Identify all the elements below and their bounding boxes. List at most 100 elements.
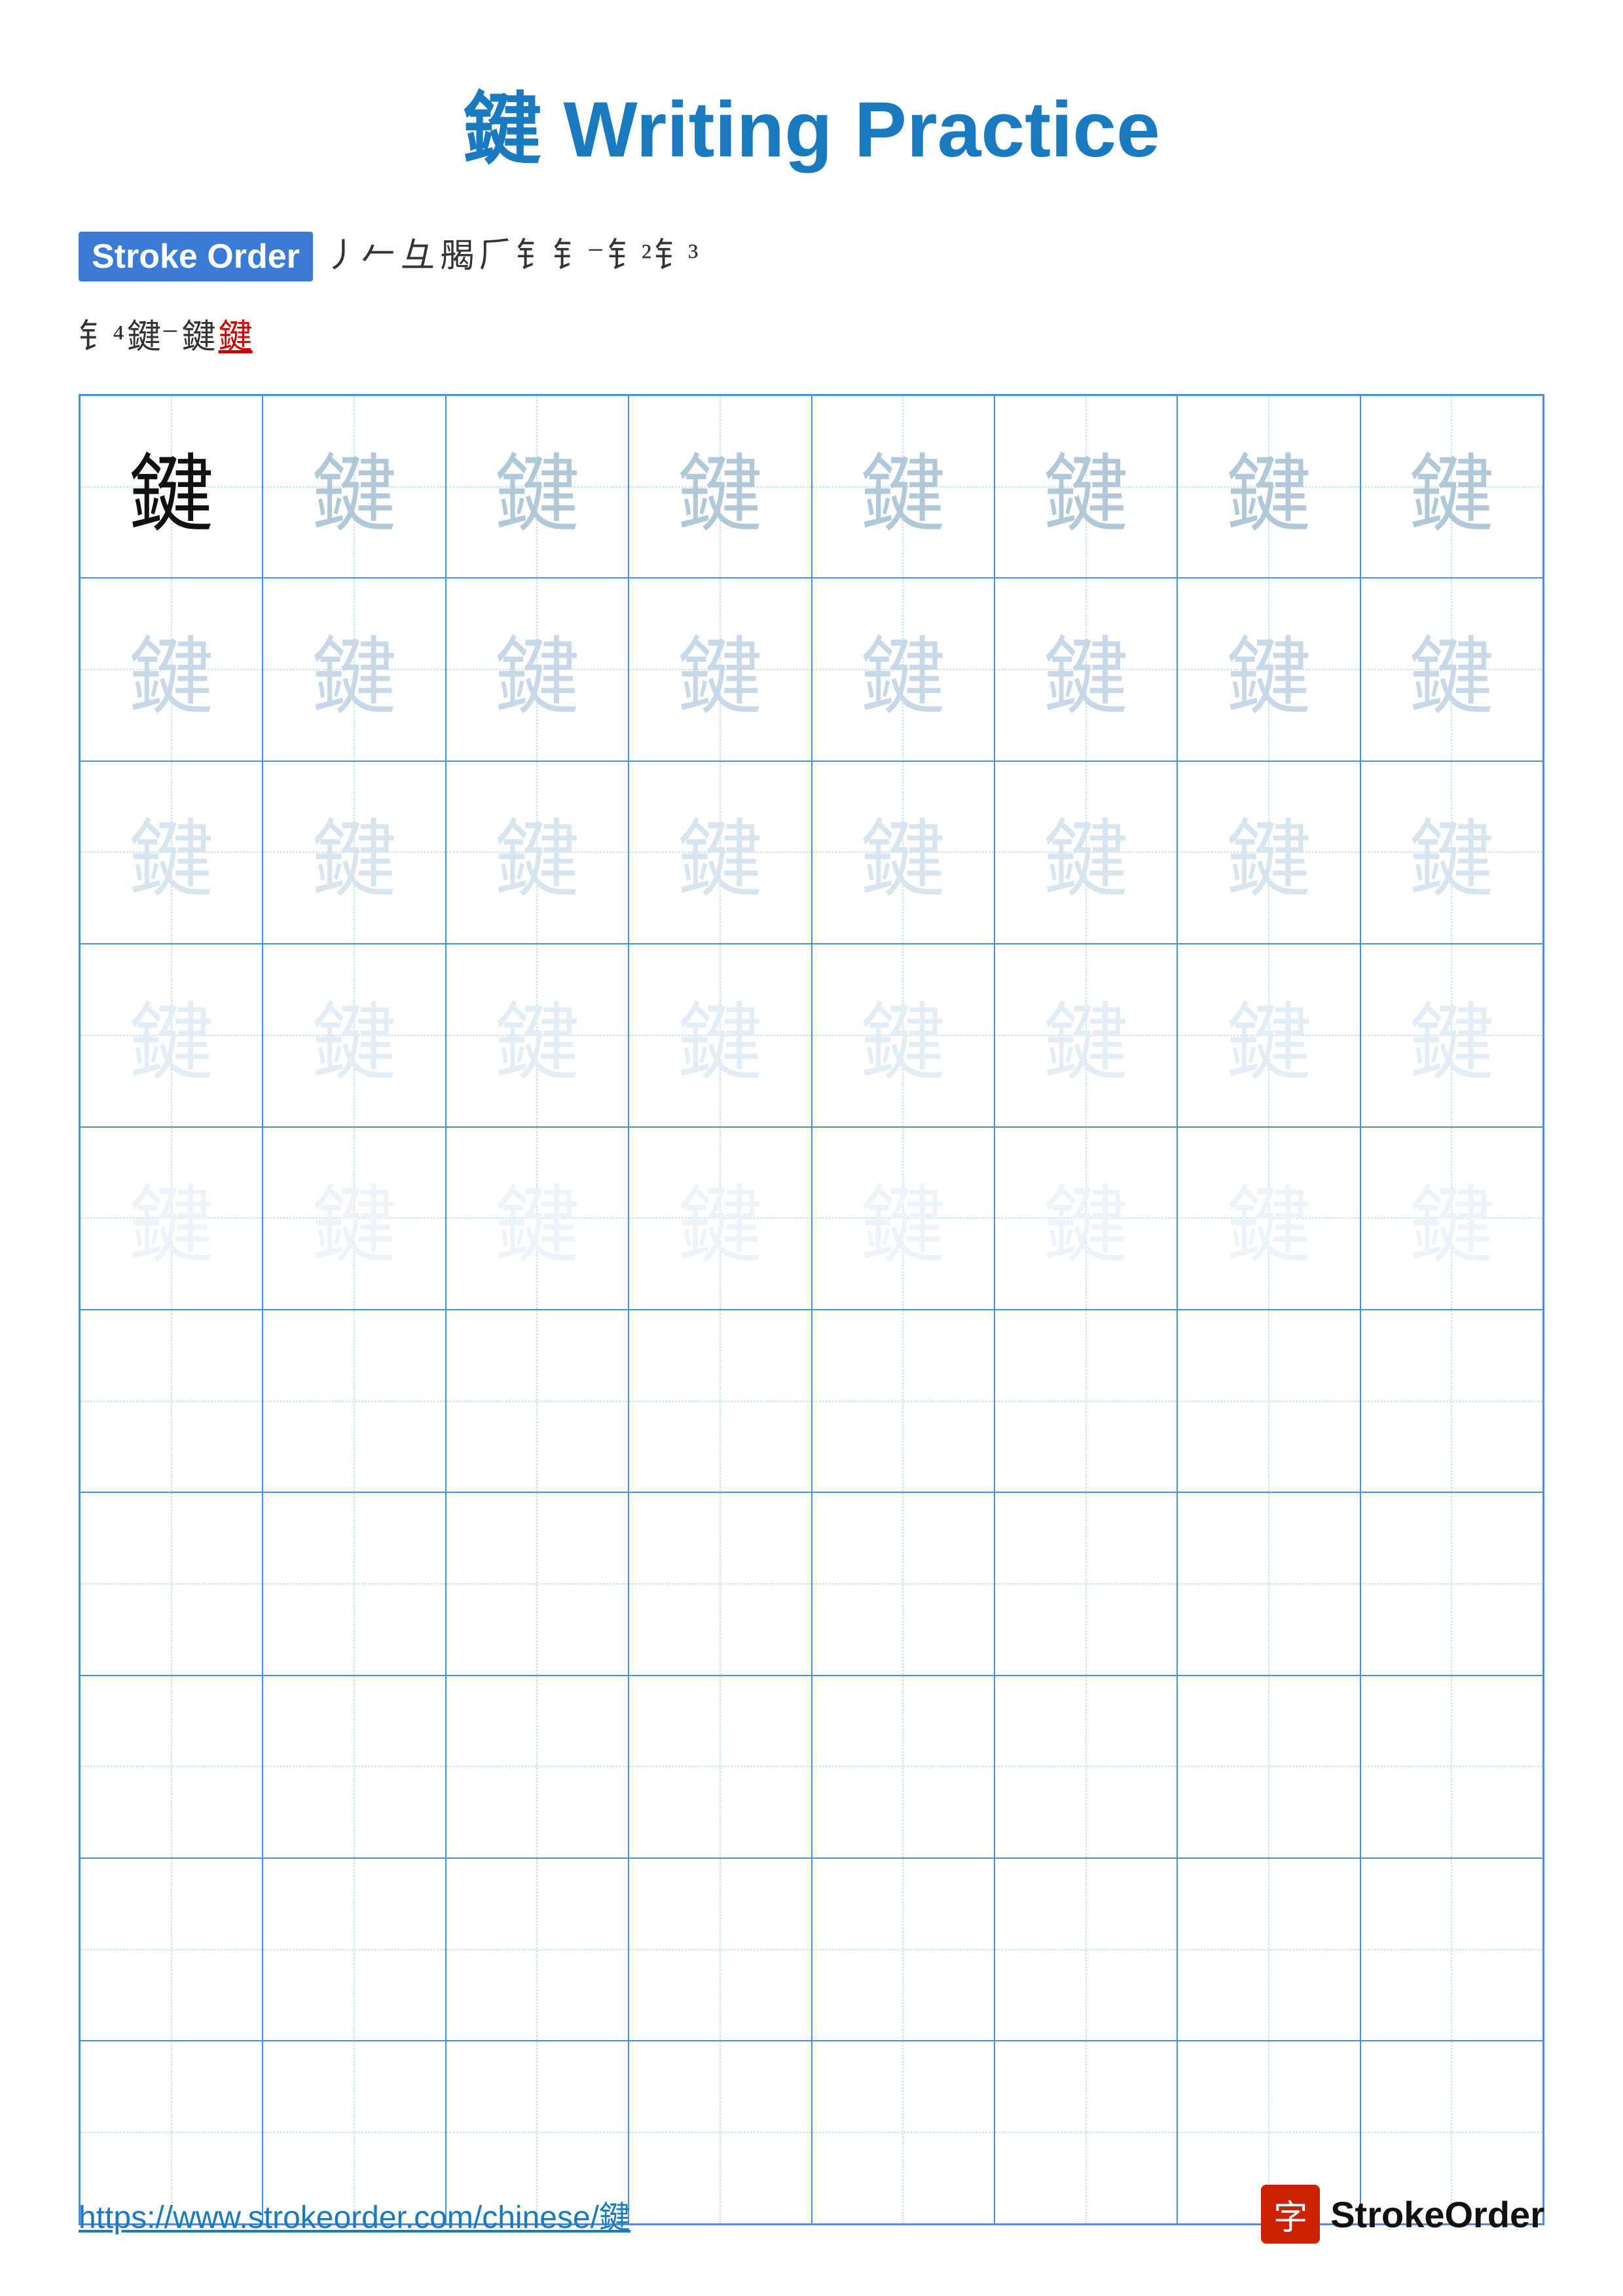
grid-cell-6-5[interactable] — [812, 1310, 994, 1492]
grid-cell-3-2[interactable]: 鍵 — [263, 761, 445, 944]
grid-cell-5-1[interactable]: 鍵 — [80, 1127, 263, 1310]
grid-cell-3-5[interactable]: 鍵 — [812, 761, 994, 944]
char-display: 鍵 — [1044, 791, 1129, 914]
grid-cell-5-3[interactable]: 鍵 — [446, 1127, 629, 1310]
grid-cell-1-4[interactable]: 鍵 — [629, 395, 811, 578]
char-display: 鍵 — [129, 425, 214, 548]
grid-cell-6-8[interactable] — [1360, 1310, 1543, 1492]
grid-cell-4-6[interactable]: 鍵 — [994, 944, 1177, 1126]
stroke-2: 𠂉 — [361, 240, 395, 274]
grid-cell-3-4[interactable]: 鍵 — [629, 761, 811, 944]
grid-cell-2-4[interactable]: 鍵 — [629, 578, 811, 761]
grid-cell-1-2[interactable]: 鍵 — [263, 395, 445, 578]
char-display: 鍵 — [1409, 791, 1494, 914]
grid-cell-4-4[interactable]: 鍵 — [629, 944, 811, 1126]
grid-cell-3-3[interactable]: 鍵 — [446, 761, 629, 944]
grid-cell-4-1[interactable]: 鍵 — [80, 944, 263, 1126]
stroke-10: 钅⁻ — [553, 240, 604, 274]
grid-cell-1-3[interactable]: 鍵 — [446, 395, 629, 578]
grid-cell-9-6[interactable] — [994, 1858, 1177, 2041]
grid-cell-8-5[interactable] — [812, 1676, 994, 1858]
grid-cell-1-7[interactable]: 鍵 — [1177, 395, 1360, 578]
grid-cell-6-6[interactable] — [994, 1310, 1177, 1492]
char-display: 鍵 — [494, 974, 579, 1097]
grid-cell-1-5[interactable]: 鍵 — [812, 395, 994, 578]
grid-cell-6-2[interactable] — [263, 1310, 445, 1492]
grid-cell-8-6[interactable] — [994, 1676, 1177, 1858]
grid-cell-6-7[interactable] — [1177, 1310, 1360, 1492]
grid-cell-8-4[interactable] — [629, 1676, 811, 1858]
grid-cell-7-1[interactable] — [80, 1492, 263, 1675]
grid-cell-2-5[interactable]: 鍵 — [812, 578, 994, 761]
grid-cell-2-3[interactable]: 鍵 — [446, 578, 629, 761]
grid-cell-5-4[interactable]: 鍵 — [629, 1127, 811, 1310]
grid-cell-7-4[interactable] — [629, 1492, 811, 1675]
grid-cell-2-8[interactable]: 鍵 — [1360, 578, 1543, 761]
char-display: 鍵 — [129, 1157, 214, 1280]
grid-cell-7-3[interactable] — [446, 1492, 629, 1675]
stroke-row2: 钅⁴ 鍵⁻ 鍵 鍵 — [79, 321, 1544, 355]
char-display: 鍵 — [494, 425, 579, 548]
char-display: 鍵 — [860, 608, 945, 731]
char-display: 鍵 — [860, 425, 945, 548]
grid-cell-1-8[interactable]: 鍵 — [1360, 395, 1543, 578]
char-display: 鍵 — [1044, 974, 1129, 1097]
footer-url[interactable]: https://www.strokeorder.com/chinese/鍵 — [79, 2191, 630, 2237]
grid-cell-6-1[interactable] — [80, 1310, 263, 1492]
grid-cell-5-5[interactable]: 鍵 — [812, 1127, 994, 1310]
grid-cell-7-5[interactable] — [812, 1492, 994, 1675]
char-display: 鍵 — [312, 608, 397, 731]
grid-cell-9-3[interactable] — [446, 1858, 629, 2041]
char-display: 鍵 — [1409, 1157, 1494, 1280]
grid-cell-7-8[interactable] — [1360, 1492, 1543, 1675]
grid-cell-6-3[interactable] — [446, 1310, 629, 1492]
char-display: 鍵 — [1044, 425, 1129, 548]
grid-cell-3-8[interactable]: 鍵 — [1360, 761, 1543, 944]
grid-cell-9-5[interactable] — [812, 1858, 994, 2041]
grid-cell-4-3[interactable]: 鍵 — [446, 944, 629, 1126]
grid-cell-9-8[interactable] — [1360, 1858, 1543, 2041]
char-display: 鍵 — [678, 974, 763, 1097]
grid-cell-8-1[interactable] — [80, 1676, 263, 1858]
grid-cell-8-3[interactable] — [446, 1676, 629, 1858]
grid-cell-4-5[interactable]: 鍵 — [812, 944, 994, 1126]
grid-cell-1-6[interactable]: 鍵 — [994, 395, 1177, 578]
stroke-15: 鍵 — [182, 321, 216, 355]
char-display: 鍵 — [129, 608, 214, 731]
grid-cell-8-7[interactable] — [1177, 1676, 1360, 1858]
grid-cell-7-2[interactable] — [263, 1492, 445, 1675]
grid-cell-3-1[interactable]: 鍵 — [80, 761, 263, 944]
stroke-6: 𠂄 — [440, 240, 474, 274]
grid-cell-9-2[interactable] — [263, 1858, 445, 2041]
grid-cell-5-8[interactable]: 鍵 — [1360, 1127, 1543, 1310]
grid-cell-7-6[interactable] — [994, 1492, 1177, 1675]
char-display: 鍵 — [678, 425, 763, 548]
grid-cell-6-4[interactable] — [629, 1310, 811, 1492]
stroke-12: 钅³ — [654, 240, 699, 274]
grid-cell-8-8[interactable] — [1360, 1676, 1543, 1858]
char-display: 鍵 — [1226, 608, 1311, 731]
grid-cell-7-7[interactable] — [1177, 1492, 1360, 1675]
grid-cell-9-4[interactable] — [629, 1858, 811, 2041]
grid-cell-8-2[interactable] — [263, 1676, 445, 1858]
logo-icon: 字 — [1261, 2185, 1320, 2244]
grid-cell-4-8[interactable]: 鍵 — [1360, 944, 1543, 1126]
grid-cell-4-7[interactable]: 鍵 — [1177, 944, 1360, 1126]
grid-cell-5-2[interactable]: 鍵 — [263, 1127, 445, 1310]
grid-cell-5-7[interactable]: 鍵 — [1177, 1127, 1360, 1310]
footer: https://www.strokeorder.com/chinese/鍵 字 … — [79, 2185, 1544, 2244]
grid-cell-2-2[interactable]: 鍵 — [263, 578, 445, 761]
grid-cell-9-1[interactable] — [80, 1858, 263, 2041]
grid-cell-3-7[interactable]: 鍵 — [1177, 761, 1360, 944]
stroke-4: 彑 — [401, 240, 435, 274]
grid-cell-2-7[interactable]: 鍵 — [1177, 578, 1360, 761]
grid-cell-1-1[interactable]: 鍵 — [80, 395, 263, 578]
grid-cell-3-6[interactable]: 鍵 — [994, 761, 1177, 944]
stroke-11: 钅² — [607, 240, 651, 274]
grid-cell-2-1[interactable]: 鍵 — [80, 578, 263, 761]
char-display: 鍵 — [1044, 608, 1129, 731]
grid-cell-4-2[interactable]: 鍵 — [263, 944, 445, 1126]
grid-cell-9-7[interactable] — [1177, 1858, 1360, 2041]
grid-cell-5-6[interactable]: 鍵 — [994, 1127, 1177, 1310]
grid-cell-2-6[interactable]: 鍵 — [994, 578, 1177, 761]
